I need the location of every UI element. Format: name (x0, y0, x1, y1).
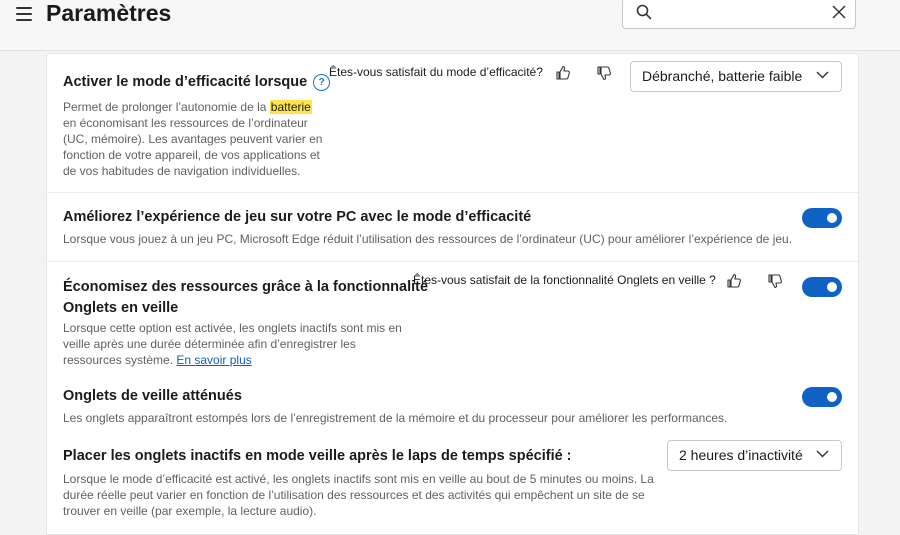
efficiency-mode-title: Activer le mode d’efficacité lorsque (63, 74, 308, 90)
search-highlight: batterie (269, 100, 312, 114)
sleeping-tabs-section: Économisez des ressources grâce à la fon… (47, 262, 858, 372)
help-icon[interactable]: ? (313, 74, 331, 91)
efficiency-mode-dropdown[interactable]: Débranché, batterie faible (630, 61, 842, 92)
thumbs-down-icon[interactable] (596, 65, 612, 81)
efficiency-mode-section: Activer le mode d’efficacité lorsque? Pe… (47, 54, 858, 192)
inactive-timeout-section: Placer les onglets inactifs en mode veil… (47, 432, 858, 532)
menu-icon[interactable] (14, 6, 36, 22)
faded-tabs-section: Onglets de veille atténués Les onglets a… (47, 372, 858, 432)
faded-tabs-toggle[interactable] (802, 387, 842, 407)
thumbs-down-icon[interactable] (767, 273, 783, 289)
inactive-timeout-dropdown[interactable]: 2 heures d’inactivité (667, 440, 842, 471)
gaming-title: Améliorez l’expérience de jeu sur votre … (63, 209, 532, 225)
sleeping-tabs-toggle[interactable] (802, 277, 842, 297)
gaming-section: Améliorez l’expérience de jeu sur votre … (47, 193, 858, 261)
search-input[interactable] (663, 2, 817, 26)
search-icon (636, 4, 652, 20)
gaming-toggle[interactable] (802, 208, 842, 228)
learn-more-link[interactable]: En savoir plus (176, 353, 251, 367)
search-box[interactable] (622, 0, 856, 29)
faded-tabs-description: Les onglets apparaîtront estompés lors d… (63, 411, 728, 425)
thumbs-up-icon[interactable] (555, 65, 571, 81)
thumbs-up-icon[interactable] (726, 273, 742, 289)
chevron-down-icon (816, 71, 829, 79)
efficiency-mode-description: Permet de prolonger l’autonomie de la ba… (63, 100, 323, 178)
sleeping-tabs-feedback-question: Êtes-vous satisfait de la fonctionnalité… (413, 273, 716, 287)
inactive-timeout-description: Lorsque le mode d’efficacité est activé,… (63, 472, 654, 518)
sleeping-tabs-title: Économisez des ressources grâce à la fon… (63, 279, 429, 295)
close-icon[interactable] (832, 5, 846, 19)
gaming-description: Lorsque vous jouez à un jeu PC, Microsof… (63, 232, 793, 246)
page-title: Paramètres (46, 0, 172, 26)
top-bar: Paramètres (0, 0, 900, 51)
sleeping-tabs-description: Lorsque cette option est activée, les on… (63, 321, 402, 367)
inactive-timeout-title: Placer les onglets inactifs en mode veil… (63, 448, 572, 464)
efficiency-feedback-question: Êtes-vous satisfait du mode d’efficacité… (329, 65, 543, 79)
settings-panel: Activer le mode d’efficacité lorsque? Pe… (46, 53, 859, 535)
faded-tabs-title: Onglets de veille atténués (63, 388, 242, 404)
chevron-down-icon (816, 450, 829, 458)
